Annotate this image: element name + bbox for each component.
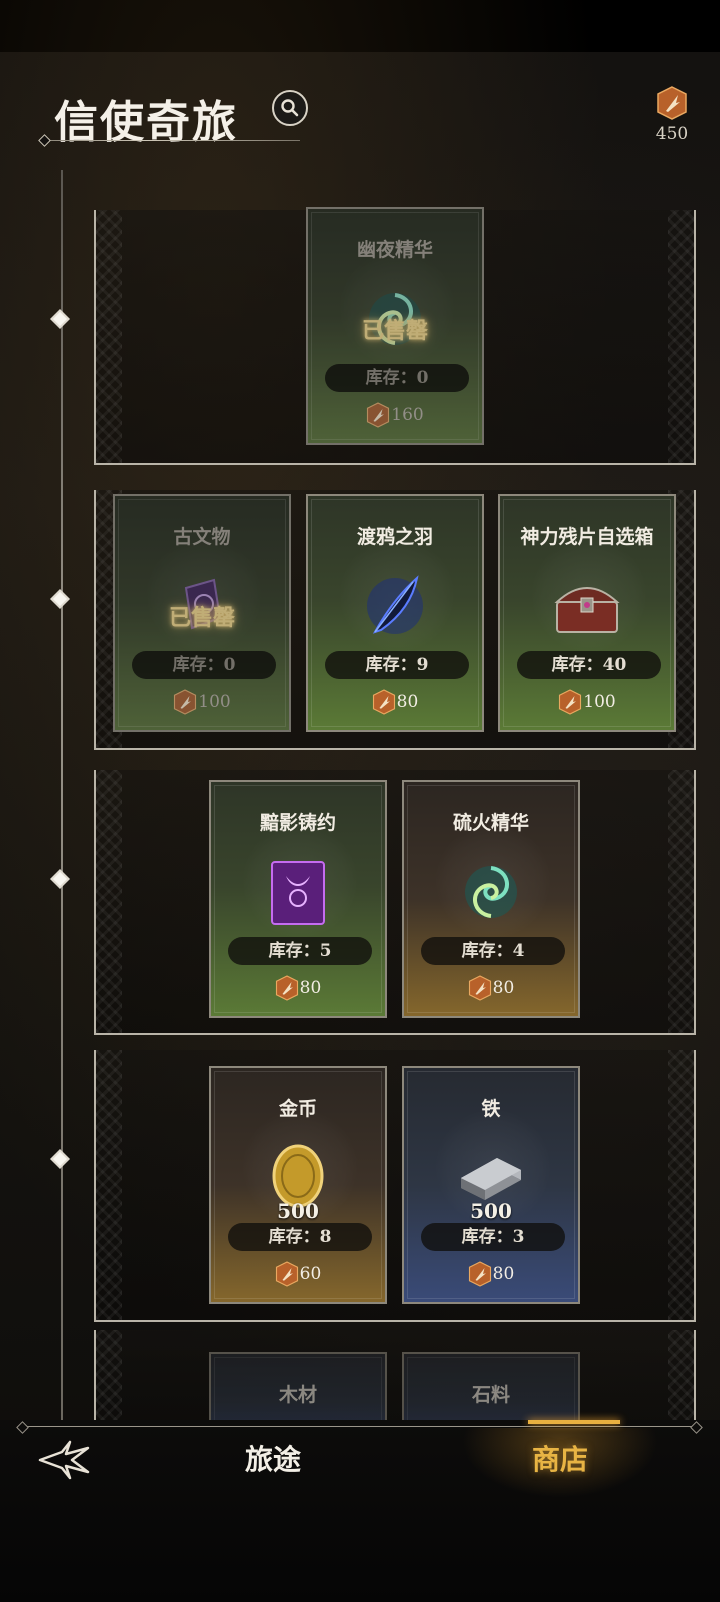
shop-card[interactable]: 硫火精华 库存：4 80 [402, 780, 580, 1018]
price-value: 80 [492, 978, 515, 998]
sold-out-label: 已售罄 [361, 318, 428, 344]
item-name: 古文物 [173, 526, 231, 548]
search-button[interactable] [272, 90, 308, 126]
price: 80 [404, 1261, 578, 1287]
active-tab-indicator [528, 1420, 620, 1424]
feather-token-icon [468, 975, 491, 1001]
header: 信使奇旅 450 [0, 52, 720, 172]
shop-tier-4 [94, 1050, 696, 1322]
stock-label: 库存：0 [325, 364, 469, 392]
price-value: 80 [492, 1264, 515, 1284]
raven-feather-icon [367, 575, 423, 634]
shop-card[interactable]: 幽夜精华 已售罄 库存：0 160 [306, 207, 484, 445]
feather-token-icon [468, 1261, 491, 1287]
price-value: 80 [299, 978, 322, 998]
stock-label: 库存：8 [228, 1223, 372, 1251]
stock-label: 库存：4 [421, 937, 565, 965]
timeline-node [50, 589, 70, 609]
feather-token-icon [367, 402, 390, 428]
shop-tier-3 [94, 770, 696, 1035]
price: 100 [115, 689, 289, 715]
currency-value: 450 [655, 124, 689, 144]
back-button[interactable] [36, 1438, 92, 1482]
price-value: 160 [391, 405, 424, 425]
price-value: 100 [583, 692, 616, 712]
feather-token-icon [657, 86, 687, 120]
shadow-pact-icon [271, 861, 325, 925]
stock-label: 库存：3 [421, 1223, 565, 1251]
bottom-nav: 旅途 商店 [0, 1420, 720, 1602]
timeline-line [61, 170, 63, 1435]
item-name: 木材 [278, 1384, 317, 1406]
title-underline [42, 140, 300, 141]
price: 100 [500, 689, 674, 715]
feather-token-icon [275, 1261, 298, 1287]
sold-out-label: 已售罄 [168, 605, 235, 631]
timeline-node [50, 1149, 70, 1169]
nav-divider [22, 1426, 698, 1427]
item-name: 铁 [481, 1098, 501, 1120]
timeline-node [50, 869, 70, 889]
treasure-chest-icon [554, 587, 620, 633]
price: 80 [308, 689, 482, 715]
price-value: 60 [299, 1264, 322, 1284]
shop-card[interactable]: 古文物 已售罄 库存：0 100 [113, 494, 291, 732]
shop-card[interactable]: 神力残片自选箱 库存：40 100 [498, 494, 676, 732]
stock-label: 库存：0 [132, 651, 276, 679]
tab-journey[interactable]: 旅途 [193, 1438, 353, 1482]
shop-card[interactable]: 渡鸦之羽 库存：9 80 [306, 494, 484, 732]
timeline-node [50, 309, 70, 329]
item-name: 石料 [471, 1384, 510, 1406]
item-name: 幽夜精华 [356, 239, 433, 261]
currency-display: 450 [650, 86, 694, 144]
stock-label: 库存：9 [325, 651, 469, 679]
shop-card[interactable]: 黯影铸约 库存：5 80 [209, 780, 387, 1018]
price-value: 100 [198, 692, 231, 712]
feather-token-icon [174, 689, 197, 715]
stock-label: 库存：40 [517, 651, 661, 679]
price: 80 [404, 975, 578, 1001]
item-name: 黯影铸约 [259, 812, 336, 834]
tab-shop[interactable]: 商店 [480, 1438, 640, 1482]
feather-token-icon [372, 689, 395, 715]
item-name: 硫火精华 [452, 812, 529, 834]
item-name: 渡鸦之羽 [356, 526, 433, 548]
feather-token-icon [559, 689, 582, 715]
shop-card[interactable]: 金币 500 库存：8 60 [209, 1066, 387, 1304]
title-ornament [38, 134, 51, 147]
item-amount: 500 [470, 1199, 512, 1223]
item-name: 神力残片自选箱 [520, 526, 654, 548]
stock-label: 库存：5 [228, 937, 372, 965]
feather-token-icon [275, 975, 298, 1001]
price: 80 [211, 975, 385, 1001]
price-value: 80 [396, 692, 419, 712]
swirl-essence-icon [465, 866, 517, 918]
search-icon [281, 99, 299, 117]
price: 160 [308, 402, 482, 428]
back-arrow-icon [38, 1440, 90, 1480]
price: 60 [211, 1261, 385, 1287]
shop-screen: 信使奇旅 450 幽夜精华 已售罄 库存：0 160 古文物 已售罄 库存：0 … [0, 0, 720, 1602]
item-name: 金币 [278, 1098, 317, 1120]
item-amount: 500 [277, 1199, 319, 1223]
shop-card[interactable]: 铁 500 库存：3 80 [402, 1066, 580, 1304]
